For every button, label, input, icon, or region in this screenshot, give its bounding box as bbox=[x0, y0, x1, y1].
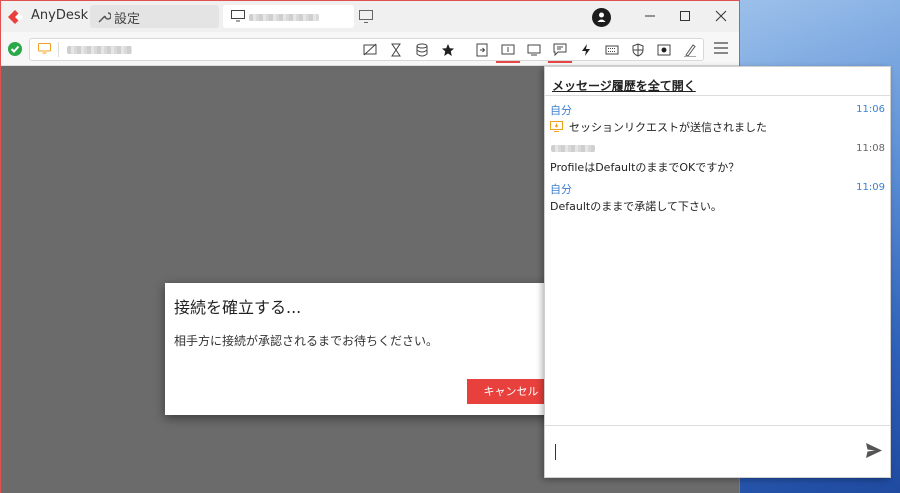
message-time: 11:06 bbox=[856, 104, 885, 115]
menu-icon[interactable] bbox=[713, 41, 729, 55]
open-message-history-link[interactable]: メッセージ履歴を全て開く bbox=[552, 77, 696, 94]
monitor-icon bbox=[38, 43, 51, 54]
new-session-icon[interactable] bbox=[359, 10, 374, 24]
whiteboard-button[interactable] bbox=[678, 42, 702, 59]
system-message: セッションリクエストが送信されました bbox=[550, 119, 767, 135]
app-title: AnyDesk bbox=[31, 8, 89, 23]
message-text: Defaultのままで承諾して下さい。 bbox=[550, 200, 722, 213]
close-icon bbox=[715, 10, 727, 22]
hourglass-icon bbox=[391, 43, 401, 57]
chat-header: メッセージ履歴を全て開く bbox=[545, 67, 890, 96]
session-request-icon bbox=[550, 121, 563, 132]
database-button[interactable] bbox=[410, 42, 434, 59]
connection-status-icon bbox=[8, 42, 22, 56]
hide-display-icon bbox=[363, 43, 377, 56]
star-icon bbox=[442, 44, 454, 56]
redacted-remote-id bbox=[249, 14, 319, 21]
tab-remote-session[interactable] bbox=[223, 5, 354, 28]
user-icon bbox=[597, 12, 606, 22]
send-icon[interactable] bbox=[865, 442, 883, 459]
tab-settings-label: 設定 bbox=[114, 12, 141, 27]
pen-icon bbox=[684, 44, 696, 57]
display-icon bbox=[527, 44, 541, 56]
lightning-icon bbox=[582, 44, 590, 56]
title-bar: AnyDesk 設定 bbox=[1, 1, 739, 32]
maximize-button[interactable] bbox=[678, 9, 692, 23]
screenshot-icon bbox=[657, 44, 671, 56]
dialog-title: 接続を確立する... bbox=[174, 298, 302, 317]
redacted-address bbox=[67, 46, 132, 54]
close-button[interactable] bbox=[714, 9, 728, 23]
permissions-button[interactable] bbox=[626, 42, 650, 59]
monitor-switch-icon bbox=[501, 44, 515, 55]
message-text: セッションリクエストが送信されました bbox=[569, 121, 767, 134]
message-time: 11:09 bbox=[856, 182, 885, 193]
divider bbox=[58, 42, 59, 57]
wrench-icon bbox=[98, 12, 111, 23]
shield-icon bbox=[632, 43, 644, 57]
file-transfer-icon bbox=[476, 43, 488, 57]
chat-panel: メッセージ履歴を全て開く 自分 11:06 セッションリクエストが送信されました… bbox=[544, 66, 891, 478]
chat-button[interactable] bbox=[548, 42, 572, 63]
minimize-icon bbox=[645, 15, 655, 17]
display-button[interactable] bbox=[522, 42, 546, 59]
maximize-icon bbox=[680, 11, 690, 21]
cancel-button[interactable]: キャンセル bbox=[467, 379, 555, 404]
minimize-button[interactable] bbox=[643, 9, 657, 23]
favorite-button[interactable] bbox=[436, 42, 460, 59]
file-transfer-button[interactable] bbox=[470, 42, 494, 59]
keyboard-icon bbox=[605, 45, 619, 55]
message-sender: 自分 bbox=[550, 183, 572, 196]
redacted-sender bbox=[551, 145, 595, 152]
chat-input-field[interactable] bbox=[545, 425, 890, 477]
anydesk-logo-icon bbox=[8, 10, 23, 24]
text-caret bbox=[555, 444, 556, 460]
connecting-dialog: 接続を確立する... 相手方に接続が承認されるまでお待ちください。 キャンセル bbox=[165, 283, 565, 415]
remote-address-field[interactable] bbox=[29, 38, 704, 63]
hide-display-button[interactable] bbox=[358, 42, 382, 59]
database-icon bbox=[416, 43, 428, 57]
message-sender: 自分 bbox=[550, 104, 572, 117]
message-text: ProfileはDefaultのままでOKですか？ bbox=[550, 161, 740, 174]
address-bar bbox=[1, 32, 739, 66]
hourglass-button[interactable] bbox=[384, 42, 408, 59]
action-button[interactable] bbox=[574, 42, 598, 59]
chat-icon bbox=[553, 43, 567, 57]
monitor-switch-button[interactable] bbox=[496, 42, 520, 63]
dialog-message: 相手方に接続が承認されるまでお待ちください。 bbox=[174, 334, 439, 348]
monitor-icon bbox=[231, 10, 245, 22]
message-time: 11:08 bbox=[856, 143, 885, 154]
screenshot-button[interactable] bbox=[652, 42, 676, 59]
keyboard-button[interactable] bbox=[600, 42, 624, 59]
tab-settings[interactable]: 設定 bbox=[90, 5, 219, 28]
account-avatar[interactable] bbox=[592, 8, 611, 27]
